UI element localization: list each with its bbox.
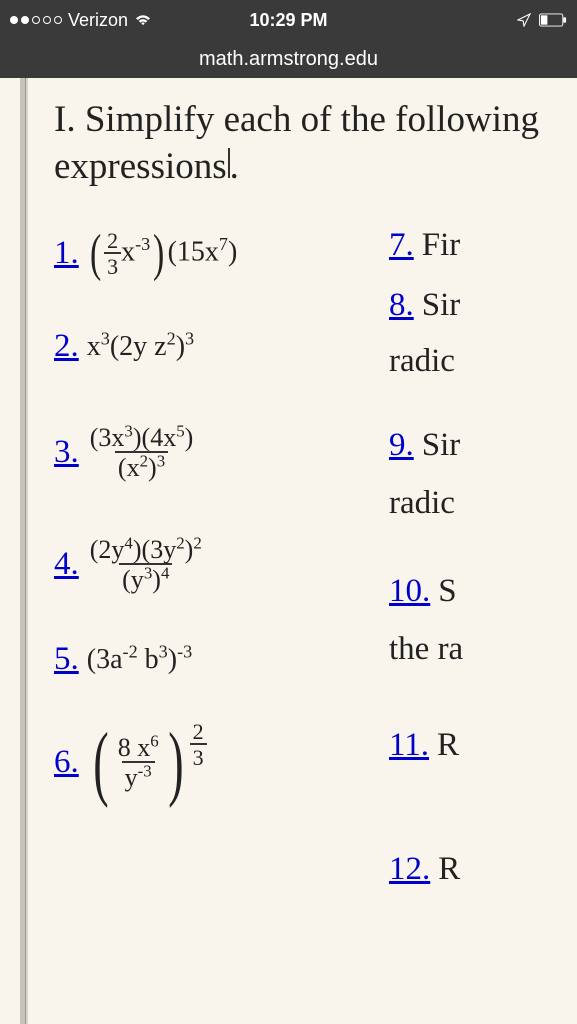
problem-link-6[interactable]: 6. (54, 744, 79, 781)
url-text: math.armstrong.edu (199, 48, 378, 71)
problem-10-text: S (438, 573, 456, 610)
math-expr-3: (3x3)(4x5)(x2)3 (87, 425, 197, 481)
problem-link-4[interactable]: 4. (54, 546, 79, 583)
problem-link-9[interactable]: 9. (389, 427, 414, 464)
problem-9-text: Sir (422, 427, 461, 464)
problem-5: 5. (3a-2 b3)-3 (54, 625, 389, 695)
problem-link-1[interactable]: 1. (54, 235, 79, 272)
problem-8-line2: radic (389, 343, 577, 399)
problem-link-2[interactable]: 2. (54, 328, 79, 365)
problem-2: 2. x3(2y z2)3 (54, 301, 389, 393)
problem-9-line2: radic (389, 485, 577, 541)
problem-6: 6. (8 x6y-3)23 (54, 703, 389, 823)
status-left: Verizon (10, 10, 152, 31)
problem-12-text: R (438, 851, 460, 888)
problems-grid: 1. (23x-3)(15x7) 2. x3(2y z2)3 3. (3x3)(… (54, 215, 577, 907)
page-content: I. Simplify each of the following expres… (0, 78, 577, 1024)
math-expr-1: (23x-3)(15x7) (87, 228, 238, 280)
main-content: I. Simplify each of the following expres… (32, 78, 577, 1024)
problem-7: 7. Fir (389, 227, 577, 283)
problem-link-3[interactable]: 3. (54, 434, 79, 471)
problem-11: 11. R (389, 727, 577, 783)
problem-12: 12. R (389, 851, 577, 907)
problem-4: 4. (2y4)(3y2)2(y3)4 (54, 513, 389, 617)
problem-link-5[interactable]: 5. (54, 641, 79, 678)
url-bar[interactable]: math.armstrong.edu (0, 40, 577, 78)
problem-10: 10. S (389, 573, 577, 629)
problem-10-line2: the ra (389, 631, 577, 687)
problem-1: 1. (23x-3)(15x7) (54, 215, 389, 293)
status-time: 10:29 PM (249, 10, 327, 31)
problem-8-text: Sir (422, 287, 461, 324)
problem-3: 3. (3x3)(4x5)(x2)3 (54, 401, 389, 505)
location-icon (517, 13, 531, 27)
signal-strength-icon (10, 16, 62, 24)
problem-link-11[interactable]: 11. (389, 727, 429, 764)
section-heading: I. Simplify each of the following expres… (54, 96, 577, 191)
status-right (517, 13, 567, 27)
problem-9: 9. Sir (389, 427, 577, 483)
problem-link-8[interactable]: 8. (389, 287, 414, 324)
problem-11-text: R (437, 727, 459, 764)
status-bar: Verizon 10:29 PM (0, 0, 577, 40)
left-margin (0, 78, 20, 1024)
problem-link-10[interactable]: 10. (389, 573, 430, 610)
math-expr-6: (8 x6y-3)23 (87, 729, 207, 796)
problem-7-text: Fir (422, 227, 461, 264)
math-expr-2: x3(2y z2)3 (87, 333, 194, 361)
vertical-rule-2 (26, 78, 28, 1024)
math-expr-5: (3a-2 b3)-3 (87, 646, 193, 674)
problems-col-2: 7. Fir 8. Sir radic 9. Sir radic 10. S t… (389, 215, 577, 907)
problem-link-7[interactable]: 7. (389, 227, 414, 264)
problem-link-12[interactable]: 12. (389, 851, 430, 888)
battery-icon (539, 13, 567, 27)
problem-8: 8. Sir (389, 287, 577, 343)
carrier-label: Verizon (68, 10, 128, 31)
wifi-icon (134, 13, 152, 27)
math-expr-4: (2y4)(3y2)2(y3)4 (87, 537, 205, 593)
problems-col-1: 1. (23x-3)(15x7) 2. x3(2y z2)3 3. (3x3)(… (54, 215, 389, 907)
